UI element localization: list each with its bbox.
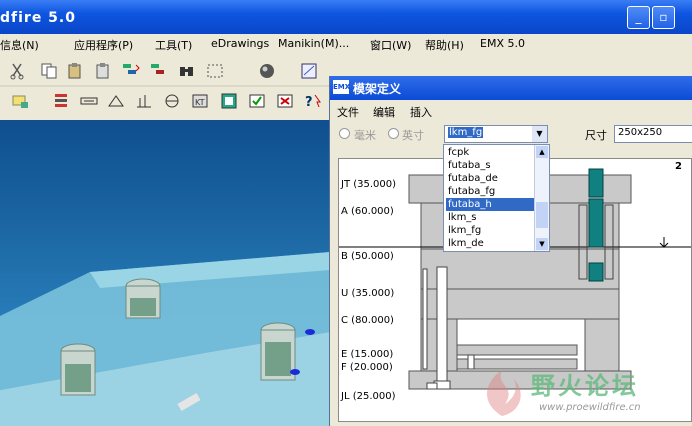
- window-title: dfire 5.0: [0, 10, 76, 26]
- help-icon[interactable]: ?: [304, 92, 322, 110]
- minimize-button[interactable]: _: [627, 6, 650, 29]
- dropdown-option-futaba-s[interactable]: futaba_s: [446, 159, 534, 172]
- model-viewport[interactable]: [0, 120, 330, 426]
- dropdown-option-futaba-fg[interactable]: futaba_fg: [446, 185, 534, 198]
- regenerate-icon[interactable]: [122, 62, 140, 80]
- menu-bar: 信息(N) 应用程序(P) 工具(T) eDrawings Manikin(M)…: [0, 34, 692, 54]
- scroll-down-icon[interactable]: ▼: [536, 238, 548, 250]
- dialog-title-bar: EMX 模架定义: [330, 76, 692, 100]
- emx-delete-icon[interactable]: [276, 92, 294, 110]
- emx-component-icon[interactable]: [220, 92, 238, 110]
- emx-logo-icon: EMX: [333, 80, 350, 94]
- mold-base-3d-view: [0, 252, 330, 426]
- menu-manikin[interactable]: Manikin(M)...: [278, 37, 349, 50]
- emx-screw-icon[interactable]: KT: [191, 92, 209, 110]
- unit-mm-label: 毫米: [354, 129, 376, 142]
- select-box-icon[interactable]: [206, 62, 224, 80]
- menu-info[interactable]: 信息(N): [0, 37, 39, 53]
- dropdown-option-futaba-de[interactable]: futaba_de: [446, 172, 534, 185]
- dropdown-option-lkm-fg[interactable]: lkm_fg: [446, 224, 534, 237]
- emx-ejector-icon[interactable]: [163, 92, 181, 110]
- menu-tools[interactable]: 工具(T): [155, 37, 192, 53]
- menu-emx[interactable]: EMX 5.0: [480, 37, 525, 50]
- dialog-menu-file[interactable]: 文件: [337, 104, 359, 120]
- dropdown-option-fcpk[interactable]: fcpk: [446, 146, 534, 159]
- watermark-name: 野火论坛: [531, 372, 639, 400]
- catalog-select-value: lkm_fg: [448, 127, 484, 138]
- dropdown-option-futaba-h[interactable]: futaba_h: [446, 198, 534, 211]
- paste-icon[interactable]: [66, 62, 84, 80]
- size-select-value: 250x250: [618, 127, 663, 138]
- maximize-button[interactable]: ▫: [652, 6, 675, 29]
- svg-text:?: ?: [305, 95, 313, 110]
- dialog-menu-bar: 文件 编辑 插入: [330, 100, 692, 120]
- svg-text:KT: KT: [195, 98, 205, 107]
- search-icon[interactable]: [178, 62, 196, 80]
- catalog-dropdown-list: fcpk futaba_s futaba_de futaba_fg futaba…: [443, 144, 550, 252]
- unit-mm-radio[interactable]: [339, 128, 350, 139]
- catalog-select[interactable]: lkm_fg ▼: [444, 125, 548, 143]
- size-select[interactable]: 250x250: [614, 125, 692, 143]
- scroll-thumb[interactable]: [536, 202, 548, 228]
- layer-icon[interactable]: [12, 92, 30, 110]
- scroll-up-icon[interactable]: ▲: [536, 146, 548, 158]
- dialog-menu-edit[interactable]: 编辑: [373, 104, 395, 120]
- menu-edrawings[interactable]: eDrawings: [211, 37, 269, 50]
- unit-inch-radio[interactable]: [388, 128, 399, 139]
- emx-leader-pin-icon[interactable]: [135, 92, 153, 110]
- emx-check-icon[interactable]: [248, 92, 266, 110]
- menu-apps[interactable]: 应用程序(P): [74, 37, 133, 53]
- cut-icon[interactable]: [8, 62, 26, 80]
- menu-window[interactable]: 窗口(W): [370, 37, 411, 53]
- menu-help[interactable]: 帮助(H): [425, 37, 464, 53]
- copy-icon[interactable]: [40, 62, 58, 80]
- shading-icon[interactable]: [258, 62, 276, 80]
- dialog-title: 模架定义: [353, 82, 402, 96]
- chevron-down-icon[interactable]: ▼: [532, 126, 547, 142]
- unit-inch-label: 英寸: [402, 129, 424, 142]
- dropdown-option-lkm-s[interactable]: lkm_s: [446, 211, 534, 224]
- paste-special-icon[interactable]: [94, 62, 112, 80]
- watermark-logo: [487, 370, 521, 416]
- dialog-menu-insert[interactable]: 插入: [410, 104, 432, 120]
- view-icon[interactable]: [300, 62, 318, 80]
- watermark-url: www.proewildfire.cn: [539, 402, 641, 413]
- minimize-icon: _: [635, 10, 642, 24]
- size-label: 尺寸: [585, 129, 607, 142]
- emx-assembly-icon[interactable]: [52, 92, 70, 110]
- emx-cavity-icon[interactable]: [107, 92, 125, 110]
- main-title-bar: dfire 5.0 _ ▫: [0, 0, 692, 34]
- regenerate-manager-icon[interactable]: [150, 62, 168, 80]
- dropdown-scrollbar[interactable]: ▲ ▼: [534, 145, 549, 251]
- dropdown-option-lkm-de[interactable]: lkm_de: [446, 237, 534, 250]
- maximize-icon: ▫: [659, 10, 668, 24]
- emx-plate-icon[interactable]: [80, 92, 98, 110]
